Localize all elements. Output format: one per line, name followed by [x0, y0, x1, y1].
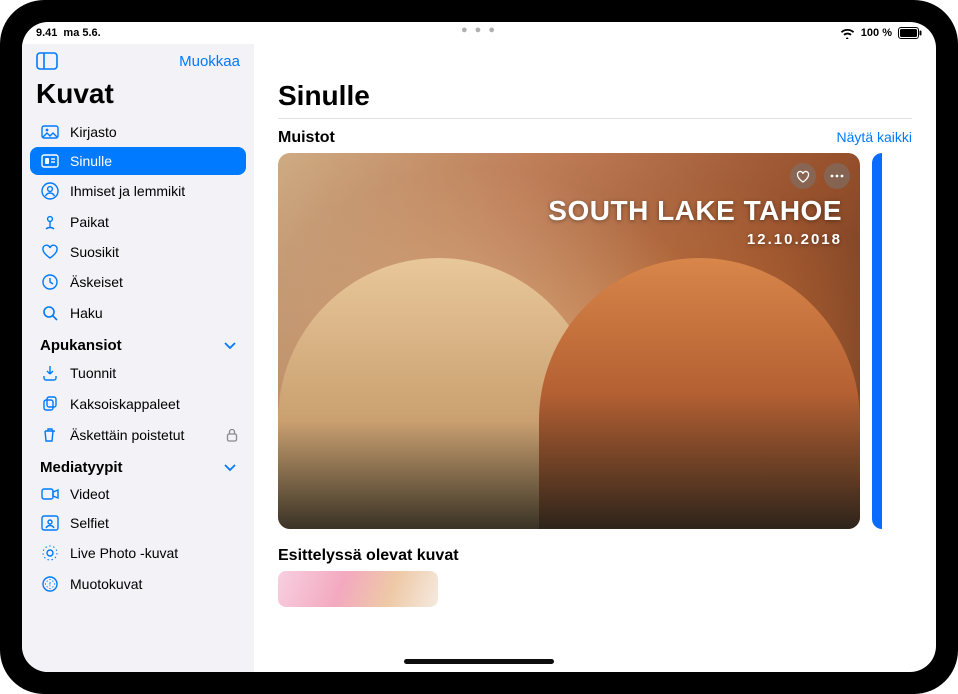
main-content: Sinulle Muistot Näytä kaikki [254, 44, 936, 672]
sidebar-item-label: Muotokuvat [70, 576, 142, 592]
heart-icon [40, 244, 60, 260]
library-icon [40, 125, 60, 139]
for-you-icon [40, 154, 60, 168]
sidebar-section-mediatypes[interactable]: Mediatyypit [30, 451, 246, 480]
memory-title: SOUTH LAKE TAHOE [548, 195, 842, 227]
sidebar-item-label: Paikat [70, 214, 109, 230]
sidebar-item-label: Kaksoiskappaleet [70, 396, 180, 412]
sidebar-item-library[interactable]: Kirjasto [30, 118, 246, 146]
trash-icon [40, 426, 60, 444]
sidebar-item-search[interactable]: Haku [30, 298, 246, 328]
multitask-menu-icon[interactable]: ● ● ● [461, 24, 497, 36]
section-label: Mediatyypit [40, 459, 123, 476]
sidebar-item-label: Selfiet [70, 515, 109, 531]
memory-date: 12.10.2018 [548, 231, 842, 248]
sidebar-item-imports[interactable]: Tuonnit [30, 358, 246, 388]
featured-photo-thumb[interactable] [278, 571, 438, 607]
page-title: Sinulle [278, 54, 912, 119]
favorite-memory-button[interactable] [790, 163, 816, 189]
home-indicator[interactable] [404, 659, 554, 664]
memory-more-button[interactable] [824, 163, 850, 189]
status-time: 9.41 [36, 27, 57, 39]
video-icon [40, 487, 60, 501]
clock-icon [40, 273, 60, 291]
chevron-down-icon [224, 342, 236, 350]
status-battery-text: 100 % [861, 27, 892, 39]
show-all-button[interactable]: Näytä kaikki [837, 129, 912, 145]
status-date: ma 5.6. [63, 27, 100, 39]
sidebar-item-label: Videot [70, 486, 109, 502]
sidebar-item-live-photos[interactable]: Live Photo ‑kuvat [30, 538, 246, 568]
search-icon [40, 304, 60, 322]
sidebar-item-label: Tuonnit [70, 365, 116, 381]
sidebar-item-people[interactable]: Ihmiset ja lemmikit [30, 176, 246, 206]
battery-icon [898, 27, 922, 39]
sidebar-item-recently-deleted[interactable]: Äskettäin poistetut [30, 420, 246, 450]
selfie-icon [40, 515, 60, 531]
places-icon [40, 213, 60, 231]
sidebar-item-videos[interactable]: Videot [30, 480, 246, 508]
sidebar-item-for-you[interactable]: Sinulle [30, 147, 246, 175]
import-icon [40, 364, 60, 382]
section-label: Apukansiot [40, 337, 122, 354]
memories-label: Muistot [278, 129, 335, 147]
sidebar-item-label: Äskettäin poistetut [70, 427, 184, 443]
sidebar-item-recents[interactable]: Äskeiset [30, 267, 246, 297]
sidebar: Muokkaa Kuvat Kirjasto Sinulle Ihmiset j… [22, 44, 254, 672]
lock-icon [226, 428, 238, 442]
sidebar-item-label: Äskeiset [70, 274, 123, 290]
sidebar-item-selfies[interactable]: Selfiet [30, 509, 246, 537]
live-photo-icon [40, 544, 60, 562]
featured-label: Esittelyssä olevat kuvat [278, 529, 912, 571]
people-icon [40, 182, 60, 200]
sidebar-item-label: Ihmiset ja lemmikit [70, 183, 185, 199]
sidebar-item-label: Kirjasto [70, 124, 117, 140]
sidebar-item-favorites[interactable]: Suosikit [30, 238, 246, 266]
portrait-icon: f [40, 575, 60, 593]
svg-text:f: f [49, 583, 51, 589]
memory-card-peek[interactable] [872, 153, 882, 529]
app-title: Kuvat [30, 76, 246, 118]
memory-card[interactable]: SOUTH LAKE TAHOE 12.10.2018 [278, 153, 860, 529]
sidebar-item-duplicates[interactable]: Kaksoiskappaleet [30, 389, 246, 419]
duplicates-icon [40, 395, 60, 413]
sidebar-item-label: Suosikit [70, 244, 119, 260]
sidebar-item-portraits[interactable]: f Muotokuvat [30, 569, 246, 599]
edit-button[interactable]: Muokkaa [179, 53, 240, 70]
sidebar-item-label: Live Photo ‑kuvat [70, 545, 178, 561]
sidebar-toggle-icon[interactable] [36, 52, 58, 70]
chevron-down-icon [224, 464, 236, 472]
sidebar-item-label: Haku [70, 305, 103, 321]
wifi-icon [840, 28, 855, 39]
sidebar-item-places[interactable]: Paikat [30, 207, 246, 237]
sidebar-section-utilities[interactable]: Apukansiot [30, 329, 246, 358]
sidebar-item-label: Sinulle [70, 153, 112, 169]
